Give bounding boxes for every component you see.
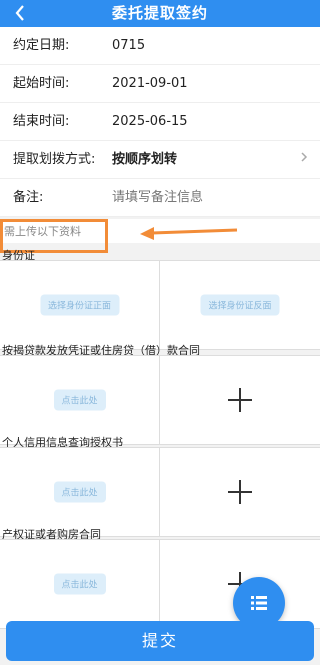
id-card-upload-row: 选择身份证正面 选择身份证反面	[0, 260, 320, 350]
property-cert-upload[interactable]: 点击此处	[0, 540, 160, 628]
plus-icon	[228, 480, 252, 504]
transfer-method-label: 提取划拨方式:	[13, 152, 96, 167]
submit-button[interactable]: 提交	[6, 621, 314, 661]
remark-input[interactable]: 请填写备注信息	[112, 179, 203, 217]
transfer-method-value: 按顺序划转	[112, 152, 178, 167]
remark-label: 备注:	[13, 190, 44, 205]
mortgage-contract-upload[interactable]: 点击此处	[0, 356, 160, 444]
agreed-date-row: 约定日期: 0715	[0, 27, 320, 65]
credit-auth-add[interactable]	[160, 448, 320, 536]
agreed-date-value: 0715	[112, 38, 146, 53]
start-date-row: 起始时间: 2021-09-01	[0, 65, 320, 103]
agreed-date-label: 约定日期:	[13, 38, 70, 53]
id-card-front-upload[interactable]: 选择身份证正面	[0, 261, 160, 349]
id-card-front-button[interactable]: 选择身份证正面	[39, 294, 120, 316]
end-date-label: 结束时间:	[13, 114, 70, 129]
transfer-method-row[interactable]: 提取划拨方式: 按顺序划转	[0, 141, 320, 179]
top-bar: 委托提取签约	[0, 0, 320, 27]
mortgage-contract-add[interactable]	[160, 356, 320, 444]
chevron-right-icon	[300, 141, 308, 179]
contract-form: 约定日期: 0715 起始时间: 2021-09-01 结束时间: 2025-0…	[0, 27, 320, 217]
credit-auth-upload[interactable]: 点击此处	[0, 448, 160, 536]
property-cert-click-button[interactable]: 点击此处	[53, 573, 106, 595]
page-title: 委托提取签约	[111, 4, 208, 22]
mortgage-contract-click-button[interactable]: 点击此处	[53, 389, 106, 411]
remark-row: 备注: 请填写备注信息	[0, 179, 320, 217]
start-date-label: 起始时间:	[13, 76, 70, 91]
mortgage-contract-upload-row: 点击此处	[0, 355, 320, 445]
id-card-back-button[interactable]: 选择身份证反面	[200, 294, 280, 316]
id-card-back-upload[interactable]: 选择身份证反面	[160, 261, 320, 349]
credit-auth-click-button[interactable]: 点击此处	[53, 481, 106, 503]
start-date-value: 2021-09-01	[112, 76, 188, 91]
plus-icon	[228, 388, 252, 412]
end-date-row: 结束时间: 2025-06-15	[0, 103, 320, 141]
end-date-value: 2025-06-15	[112, 114, 188, 129]
annotation-arrow-icon	[140, 227, 238, 240]
list-icon	[251, 596, 267, 610]
credit-auth-upload-row: 点击此处	[0, 447, 320, 537]
